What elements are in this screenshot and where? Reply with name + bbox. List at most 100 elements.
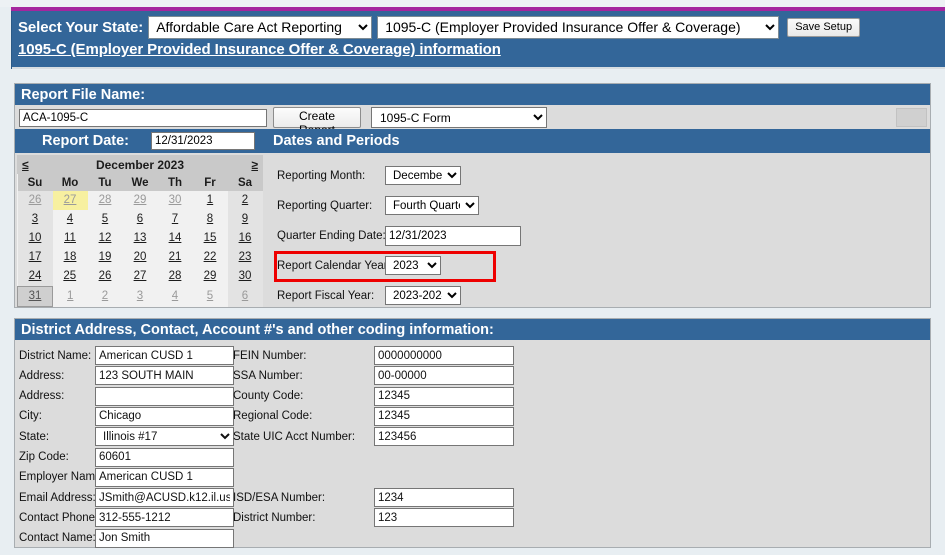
calendar-day-link[interactable]: 21 (159, 249, 192, 266)
field-input-email-address[interactable] (95, 488, 234, 508)
calendar-day-cell[interactable]: 26 (87, 267, 123, 287)
calendar-day-cell[interactable]: 7 (157, 210, 193, 229)
report-fiscal-year-select[interactable]: 2023-2024 (385, 286, 461, 305)
field-input-address[interactable] (95, 386, 234, 406)
calendar-day-cell[interactable]: 12 (87, 229, 123, 248)
calendar-day-cell[interactable]: 24 (17, 267, 53, 287)
field-input-regional-code[interactable] (374, 406, 514, 426)
calendar-day-link[interactable]: 26 (89, 268, 122, 285)
field-input-district-name[interactable] (95, 346, 234, 365)
calendar-day-cell[interactable]: 29 (122, 191, 158, 210)
calendar-day-link[interactable]: 2 (229, 192, 262, 209)
calendar-day-link[interactable]: 9 (229, 211, 262, 228)
calendar-day-link[interactable]: 3 (124, 288, 157, 305)
calendar-day-link[interactable]: 15 (194, 230, 227, 247)
calendar-day-cell[interactable]: 11 (52, 229, 88, 248)
calendar-day-cell[interactable]: 4 (52, 210, 88, 229)
calendar-day-cell[interactable]: 21 (157, 248, 193, 267)
calendar-day-link[interactable]: 20 (124, 249, 157, 266)
calendar-day-cell[interactable]: 26 (17, 191, 53, 210)
date-picker-calendar[interactable]: ≤ December 2023 ≥ Su Mo Tu We Th Fr Sa 26 27 28 2… (17, 155, 263, 307)
calendar-day-link[interactable]: 27 (54, 192, 87, 209)
save-setup-button[interactable]: Save Setup (787, 17, 861, 37)
calendar-day-link[interactable]: 1 (54, 288, 87, 305)
calendar-day-link[interactable]: 19 (89, 249, 122, 266)
field-input-state-uic-acct-number[interactable] (374, 427, 514, 447)
form-type-select[interactable]: 1095-C (Employer Provided Insurance Offe… (377, 15, 780, 39)
report-date-input[interactable] (151, 132, 255, 150)
report-form-select[interactable]: 1095-C Form (371, 107, 547, 128)
calendar-day-cell[interactable]: 18 (52, 248, 88, 267)
calendar-day-cell[interactable]: 30 (157, 191, 193, 210)
calendar-day-link[interactable]: 6 (229, 288, 262, 305)
field-input-county-code[interactable] (374, 386, 514, 406)
calendar-day-cell[interactable]: 1 (52, 286, 88, 307)
calendar-day-cell[interactable]: 6 (227, 286, 263, 307)
calendar-day-link[interactable]: 14 (159, 230, 192, 247)
field-input-contact-phone[interactable] (95, 508, 234, 528)
calendar-day-cell[interactable]: 25 (52, 267, 88, 287)
calendar-day-cell[interactable]: 20 (122, 248, 158, 267)
report-calendar-year-select[interactable]: 2023 (385, 256, 441, 275)
calendar-day-cell[interactable]: 28 (157, 267, 193, 287)
field-input-isd-esa-number[interactable] (374, 488, 514, 508)
calendar-day-link[interactable]: 2 (89, 288, 122, 305)
field-input-employer-name[interactable] (95, 467, 234, 487)
calendar-day-link[interactable]: 30 (159, 192, 192, 209)
calendar-day-link[interactable]: 22 (194, 249, 227, 266)
calendar-day-link[interactable]: 28 (89, 192, 122, 209)
calendar-day-link[interactable]: 24 (19, 268, 52, 285)
calendar-day-cell[interactable]: 10 (17, 229, 53, 248)
calendar-day-link[interactable]: 1 (194, 192, 227, 209)
calendar-day-cell[interactable]: 15 (192, 229, 228, 248)
calendar-day-cell[interactable]: 19 (87, 248, 123, 267)
calendar-day-cell[interactable]: 23 (227, 248, 263, 267)
form-info-link[interactable]: 1095-C (Employer Provided Insurance Offe… (18, 41, 501, 58)
calendar-day-link[interactable]: 4 (54, 211, 87, 228)
calendar-day-link[interactable]: 10 (19, 230, 52, 247)
reporting-quarter-select[interactable]: Fourth Quarter (385, 196, 479, 215)
calendar-day-cell[interactable]: 16 (227, 229, 263, 248)
field-input-zip-code[interactable] (95, 447, 234, 467)
calendar-day-link[interactable]: 13 (124, 230, 157, 247)
calendar-day-link[interactable]: 7 (159, 211, 192, 228)
calendar-day-cell[interactable]: 28 (87, 191, 123, 210)
calendar-day-cell[interactable]: 31 (17, 286, 53, 307)
quarter-ending-date-input[interactable] (385, 226, 521, 246)
calendar-day-cell[interactable]: 6 (122, 210, 158, 229)
calendar-day-cell[interactable]: 3 (122, 286, 158, 307)
calendar-day-cell[interactable]: 27 (122, 267, 158, 287)
calendar-day-link[interactable]: 3 (19, 211, 52, 228)
calendar-day-cell[interactable]: 17 (17, 248, 53, 267)
calendar-day-cell[interactable]: 22 (192, 248, 228, 267)
calendar-day-link[interactable]: 5 (89, 211, 122, 228)
calendar-day-cell[interactable]: 1 (192, 191, 228, 210)
calendar-day-link[interactable]: 12 (89, 230, 122, 247)
field-input-address[interactable] (95, 366, 234, 386)
calendar-day-cell[interactable]: 3 (17, 210, 53, 229)
calendar-day-cell[interactable]: 29 (192, 267, 228, 287)
panel-corner-button[interactable] (896, 108, 927, 127)
field-input-ssa-number[interactable] (374, 366, 514, 386)
calendar-day-link[interactable]: 23 (229, 249, 262, 266)
field-input-district-number[interactable] (374, 508, 514, 528)
calendar-day-cell[interactable]: 4 (157, 286, 193, 307)
state-select[interactable]: Affordable Care Act Reporting (148, 15, 373, 39)
calendar-day-link[interactable]: 25 (54, 268, 87, 285)
calendar-day-link[interactable]: 29 (124, 192, 157, 209)
calendar-day-cell[interactable]: 14 (157, 229, 193, 248)
field-input-fein-number[interactable] (374, 346, 514, 365)
calendar-day-link[interactable]: 30 (229, 268, 262, 285)
calendar-day-link[interactable]: 28 (159, 268, 192, 285)
calendar-day-cell[interactable]: 5 (192, 286, 228, 307)
calendar-day-link[interactable]: 29 (194, 268, 227, 285)
calendar-day-link[interactable]: 11 (54, 230, 87, 247)
calendar-day-cell[interactable]: 2 (87, 286, 123, 307)
calendar-day-cell[interactable]: 5 (87, 210, 123, 229)
calendar-day-link[interactable]: 26 (19, 192, 52, 209)
calendar-day-link[interactable]: 31 (19, 288, 51, 305)
calendar-day-link[interactable]: 5 (194, 288, 227, 305)
calendar-day-link[interactable]: 6 (124, 211, 157, 228)
report-file-name-input[interactable] (19, 109, 267, 127)
calendar-day-link[interactable]: 8 (194, 211, 227, 228)
